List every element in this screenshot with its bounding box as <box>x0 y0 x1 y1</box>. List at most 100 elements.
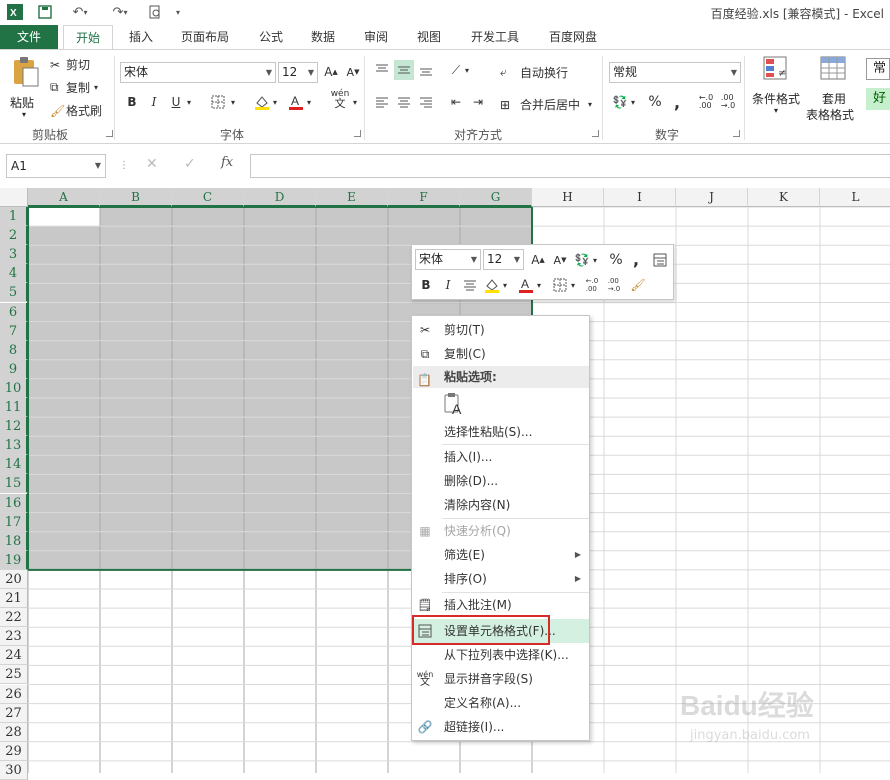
align-right-icon[interactable] <box>416 92 436 112</box>
column-header-e[interactable]: E <box>316 188 388 207</box>
copy-button[interactable]: ⧉ 复制 ▾ <box>50 79 98 96</box>
mini-font-color-dropdown-icon[interactable]: ▾ <box>534 275 544 295</box>
conditional-format-button[interactable]: ≠ 条件格式 ▾ <box>752 56 802 122</box>
mini-decrease-decimal-icon[interactable]: .00 →.0 <box>604 275 624 295</box>
row-header-26[interactable]: 26 <box>0 684 28 704</box>
menu-item-sort[interactable]: 排序(O) ▶ <box>412 567 589 591</box>
row-header-17[interactable]: 17 <box>0 512 28 532</box>
column-header-a[interactable]: A <box>28 188 100 207</box>
column-header-j[interactable]: J <box>676 188 748 207</box>
mini-increase-font-icon[interactable]: A ▲ <box>528 250 548 270</box>
column-header-c[interactable]: C <box>172 188 244 207</box>
mini-increase-decimal-icon[interactable]: ←.0.00 <box>582 275 602 295</box>
row-header-24[interactable]: 24 <box>0 646 28 666</box>
comma-button[interactable]: , <box>667 92 687 112</box>
insert-function-icon[interactable]: fx <box>221 155 233 170</box>
number-launcher-icon[interactable] <box>733 130 740 137</box>
save-icon[interactable] <box>36 3 54 21</box>
format-as-table-button[interactable]: 套用 表格格式 <box>806 56 862 122</box>
decrease-font-icon[interactable]: A ▼ <box>343 62 363 82</box>
menu-item-insert[interactable]: 插入(I)... <box>412 445 589 469</box>
row-header-14[interactable]: 14 <box>0 455 28 475</box>
column-header-g[interactable]: G <box>460 188 532 207</box>
phonetic-dropdown-icon[interactable]: ▾ <box>350 92 360 112</box>
row-header-22[interactable]: 22 <box>0 608 28 628</box>
tab-file[interactable]: 文件 <box>0 25 58 49</box>
tab-data[interactable]: 数据 <box>302 25 344 49</box>
underline-dropdown-icon[interactable]: ▾ <box>184 92 194 112</box>
currency-icon[interactable]: 💱 <box>610 92 630 112</box>
style-good[interactable]: 好 <box>866 88 890 110</box>
row-header-16[interactable]: 16 <box>0 493 28 513</box>
formula-input[interactable] <box>250 154 890 178</box>
mini-fill-color-icon[interactable] <box>482 275 502 295</box>
menu-item-insert-comment[interactable]: 🗒 插入批注(M) <box>412 593 589 617</box>
row-header-5[interactable]: 5 <box>0 283 28 303</box>
column-header-f[interactable]: F <box>388 188 460 207</box>
row-header-20[interactable]: 20 <box>0 569 28 589</box>
name-box[interactable]: A1 ▼ <box>6 154 106 178</box>
cut-button[interactable]: ✂ 剪切 <box>50 56 90 73</box>
align-bottom-icon[interactable] <box>416 60 436 80</box>
mini-borders-icon[interactable] <box>550 275 570 295</box>
menu-item-pick-from-list[interactable]: 从下拉列表中选择(K)... <box>412 643 589 667</box>
menu-item-hyperlink[interactable]: 🔗 超链接(I)... <box>412 715 589 739</box>
menu-item-paste-special[interactable]: 选择性粘贴(S)... <box>412 420 589 444</box>
alignment-launcher-icon[interactable] <box>592 130 599 137</box>
column-header-i[interactable]: I <box>604 188 676 207</box>
row-header-3[interactable]: 3 <box>0 245 28 265</box>
format-painter-button[interactable]: 🖌 格式刷 <box>50 102 102 119</box>
row-header-21[interactable]: 21 <box>0 589 28 608</box>
underline-button[interactable]: U <box>166 92 186 112</box>
mini-currency-icon[interactable]: 💱 <box>572 250 592 270</box>
menu-item-copy[interactable]: ⧉ 复制(C) <box>412 342 589 366</box>
clipboard-launcher-icon[interactable] <box>106 130 113 137</box>
percent-button[interactable]: % <box>645 92 665 112</box>
menu-item-show-phonetic[interactable]: wén 文显示拼音字段(S) <box>412 667 589 691</box>
mini-italic-button[interactable]: I <box>438 275 458 295</box>
row-header-10[interactable]: 10 <box>0 378 28 398</box>
bold-button[interactable]: B <box>122 92 142 112</box>
align-center-icon[interactable] <box>394 92 414 112</box>
align-left-icon[interactable] <box>372 92 392 112</box>
mini-format-cells-icon[interactable] <box>650 250 670 270</box>
mini-size-select[interactable]: 12 ▼ <box>483 249 524 270</box>
column-header-b[interactable]: B <box>100 188 172 207</box>
mini-decrease-font-icon[interactable]: A ▼ <box>550 250 570 270</box>
tab-page-layout[interactable]: 页面布局 <box>172 25 238 49</box>
menu-item-clear-contents[interactable]: 清除内容(N) <box>412 493 589 517</box>
font-color-dropdown-icon[interactable]: ▾ <box>304 92 314 112</box>
tab-review[interactable]: 审阅 <box>355 25 397 49</box>
mini-format-painter-icon[interactable]: 🖌 <box>628 275 648 295</box>
redo-icon[interactable]: ↷ ▾ <box>106 3 134 21</box>
mini-font-select[interactable]: 宋体 ▼ <box>415 249 481 270</box>
style-normal[interactable]: 常 <box>866 58 890 80</box>
align-top-icon[interactable] <box>372 60 392 80</box>
row-header-29[interactable]: 29 <box>0 741 28 761</box>
decrease-indent-icon[interactable]: ⇤ <box>446 92 466 112</box>
row-header-13[interactable]: 13 <box>0 436 28 456</box>
paste-button[interactable]: 粘贴 ▾ <box>8 56 44 119</box>
row-header-23[interactable]: 23 <box>0 627 28 647</box>
fill-color-icon[interactable] <box>252 92 272 112</box>
row-header-9[interactable]: 9 <box>0 359 28 379</box>
borders-icon[interactable] <box>208 92 228 112</box>
merge-center-button[interactable]: ⊞ 合并后居中 ▾ <box>500 96 592 113</box>
row-header-1[interactable]: 1 <box>0 207 28 226</box>
tab-baidu-netdisk[interactable]: 百度网盘 <box>540 25 606 49</box>
italic-button[interactable]: I <box>144 92 164 112</box>
menu-item-define-name[interactable]: 定义名称(A)... <box>412 691 589 715</box>
customize-qat-icon[interactable]: ▾ <box>172 3 184 21</box>
align-middle-icon[interactable] <box>394 60 414 80</box>
wrap-text-button[interactable]: ⤶ 自动换行 <box>500 64 568 81</box>
currency-dropdown-icon[interactable]: ▾ <box>628 92 638 112</box>
row-header-27[interactable]: 27 <box>0 703 28 723</box>
row-header-11[interactable]: 11 <box>0 398 28 417</box>
enter-icon[interactable]: ✓ <box>184 156 196 172</box>
column-header-l[interactable]: L <box>820 188 890 207</box>
borders-dropdown-icon[interactable]: ▾ <box>228 92 238 112</box>
row-header-6[interactable]: 6 <box>0 302 28 322</box>
paste-option-button[interactable]: A <box>442 392 466 418</box>
tab-formulas[interactable]: 公式 <box>250 25 292 49</box>
orientation-dropdown-icon[interactable]: ▾ <box>462 60 472 80</box>
